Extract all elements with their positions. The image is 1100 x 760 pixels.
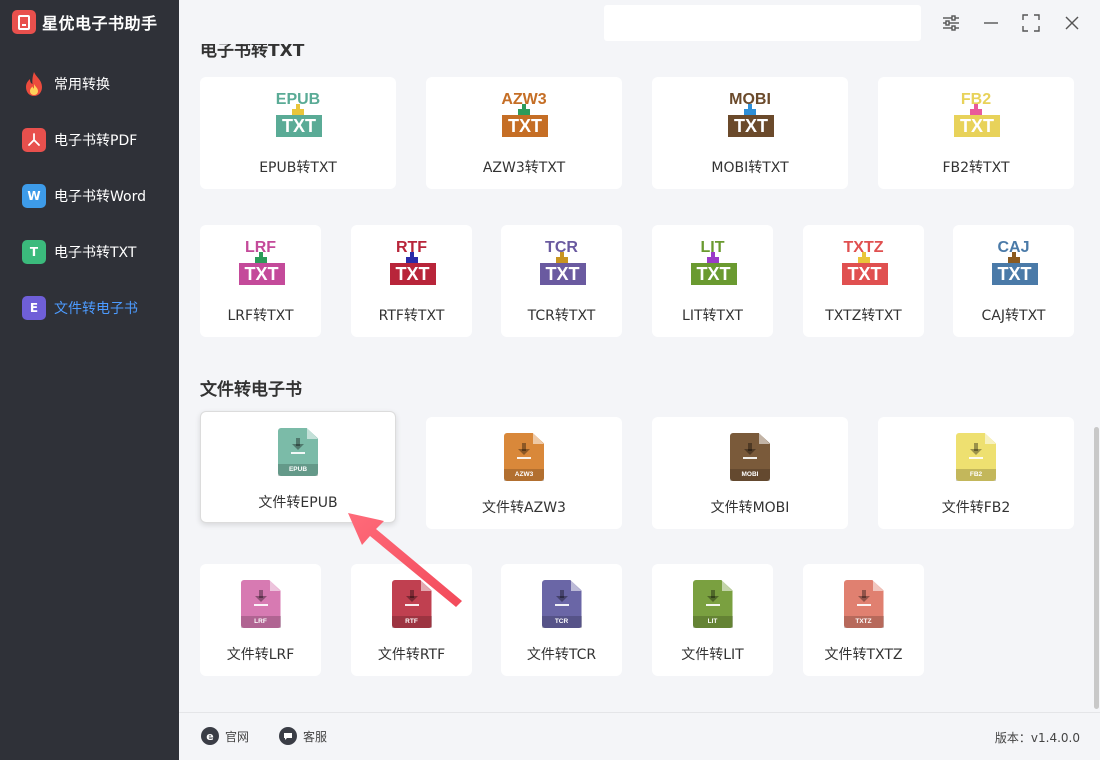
card-label: AZW3转TXT [482,160,566,176]
title-bar [179,0,1100,44]
section-title-to-txt: 电子书转TXT [200,44,305,61]
convert-card-file-to-lit[interactable]: LIT 文件转LIT [652,564,773,676]
lrf-to-txt-icon: LRF TXT [233,239,289,289]
mobi-to-txt-icon: MOBI TXT [722,91,778,141]
sidebar-item-file-to-ebook[interactable]: E 文件转电子书 [22,294,138,322]
convert-card-mobi-to-txt[interactable]: MOBI TXT MOBI转TXT [652,77,848,189]
sidebar-item-common[interactable]: 常用转换 [22,70,110,98]
sidebar-item-label: 文件转电子书 [54,301,138,317]
card-label: RTF转TXT [378,308,445,324]
support-label: 客服 [303,729,328,744]
pdf-icon [22,128,46,152]
scrollbar-thumb[interactable] [1094,427,1099,709]
card-label: 文件转TXTZ [824,647,903,663]
txt-icon: T [22,240,46,264]
convert-card-file-to-lrf[interactable]: LRF 文件转LRF [200,564,321,676]
website-link[interactable]: e 官网 [201,727,249,745]
convert-card-file-to-tcr[interactable]: TCR 文件转TCR [501,564,622,676]
epub-to-txt-icon: EPUB TXT [270,91,326,141]
txtz-to-txt-icon: TXTZ TXT [836,239,892,289]
convert-card-caj-to-txt[interactable]: CAJ TXT CAJ转TXT [953,225,1074,337]
footer: e 官网 客服 版本：v1.4.0.0 [179,712,1100,760]
pointer-arrow [348,513,462,607]
sidebar-item-label: 电子书转PDF [54,133,138,149]
sidebar-item-ebook-to-word[interactable]: W 电子书转Word [22,182,146,210]
card-label: 文件转RTF [377,647,446,663]
convert-card-file-to-mobi[interactable]: MOBI 文件转MOBI [652,417,848,529]
app-logo-icon [12,10,36,34]
card-label: LRF转TXT [227,308,294,324]
section-title-to-ebook: 文件转电子书 [200,380,302,400]
sidebar-item-label: 常用转换 [54,77,110,93]
rtf-to-txt-icon: RTF TXT [384,239,440,289]
card-label: LIT转TXT [682,308,743,324]
card-label: EPUB转TXT [259,160,337,176]
convert-card-file-to-txtz[interactable]: TXTZ 文件转TXTZ [803,564,924,676]
card-label: MOBI转TXT [711,160,789,176]
browser-icon: e [201,727,219,745]
caj-to-txt-icon: CAJ TXT [986,239,1042,289]
minimize-icon[interactable] [980,12,1002,34]
convert-card-epub-to-txt[interactable]: EPUB TXT EPUB转TXT [200,77,396,189]
main-content: 电子书转TXT EPUB TXT EPUB转TXT AZW3 TXT AZW3转… [179,44,1093,712]
txtz-file-icon: TXTZ [843,580,884,628]
support-link[interactable]: 客服 [279,727,327,745]
settings-icon[interactable] [940,12,962,34]
card-label: CAJ转TXT [981,308,1046,324]
epub-file-icon: EPUB [278,428,318,476]
convert-card-txtz-to-txt[interactable]: TXTZ TXT TXTZ转TXT [803,225,924,337]
azw3-to-txt-icon: AZW3 TXT [496,91,552,141]
flame-icon [22,72,46,96]
ebook-icon: E [22,296,46,320]
brand: 星优电子书助手 [12,10,158,34]
sidebar-item-ebook-to-txt[interactable]: T 电子书转TXT [22,238,136,266]
card-label: 文件转TCR [526,647,597,663]
azw3-file-icon: AZW3 [504,433,544,481]
lit-file-icon: LIT [692,580,733,628]
tcr-to-txt-icon: TCR TXT [534,239,590,289]
website-label: 官网 [225,729,250,744]
sidebar-item-label: 电子书转TXT [54,245,137,261]
app-title: 星优电子书助手 [42,14,158,33]
card-label: 文件转LIT [681,647,744,663]
fb2-to-txt-icon: FB2 TXT [948,91,1004,141]
convert-card-lrf-to-txt[interactable]: LRF TXT LRF转TXT [200,225,321,337]
card-label: FB2转TXT [942,160,1010,176]
mobi-file-icon: MOBI [730,433,770,481]
convert-card-fb2-to-txt[interactable]: FB2 TXT FB2转TXT [878,77,1074,189]
lrf-file-icon: LRF [240,580,281,628]
chat-icon [279,727,297,745]
close-icon[interactable] [1061,12,1083,34]
sidebar-item-label: 电子书转Word [54,189,146,205]
card-label: TCR转TXT [527,308,596,324]
tcr-file-icon: TCR [541,580,582,628]
convert-card-file-to-fb2[interactable]: FB2 文件转FB2 [878,417,1074,529]
convert-card-rtf-to-txt[interactable]: RTF TXT RTF转TXT [351,225,472,337]
version-text: 版本：v1.4.0.0 [994,731,1080,745]
sidebar: 星优电子书助手 常用转换 电子书转PDF W 电子书转Word T 电子书转TX… [0,0,179,760]
convert-card-azw3-to-txt[interactable]: AZW3 TXT AZW3转TXT [426,77,622,189]
maximize-icon[interactable] [1020,12,1042,34]
search-box[interactable] [604,5,921,41]
card-label: 文件转LRF [226,647,295,663]
word-icon: W [22,184,46,208]
convert-card-tcr-to-txt[interactable]: TCR TXT TCR转TXT [501,225,622,337]
card-label: 文件转FB2 [941,500,1011,516]
sidebar-item-ebook-to-pdf[interactable]: 电子书转PDF [22,126,137,154]
lit-to-txt-icon: LIT TXT [685,239,741,289]
card-label: 文件转MOBI [710,500,790,516]
card-label: TXTZ转TXT [825,308,902,324]
convert-card-lit-to-txt[interactable]: LIT TXT LIT转TXT [652,225,773,337]
fb2-file-icon: FB2 [956,433,996,481]
